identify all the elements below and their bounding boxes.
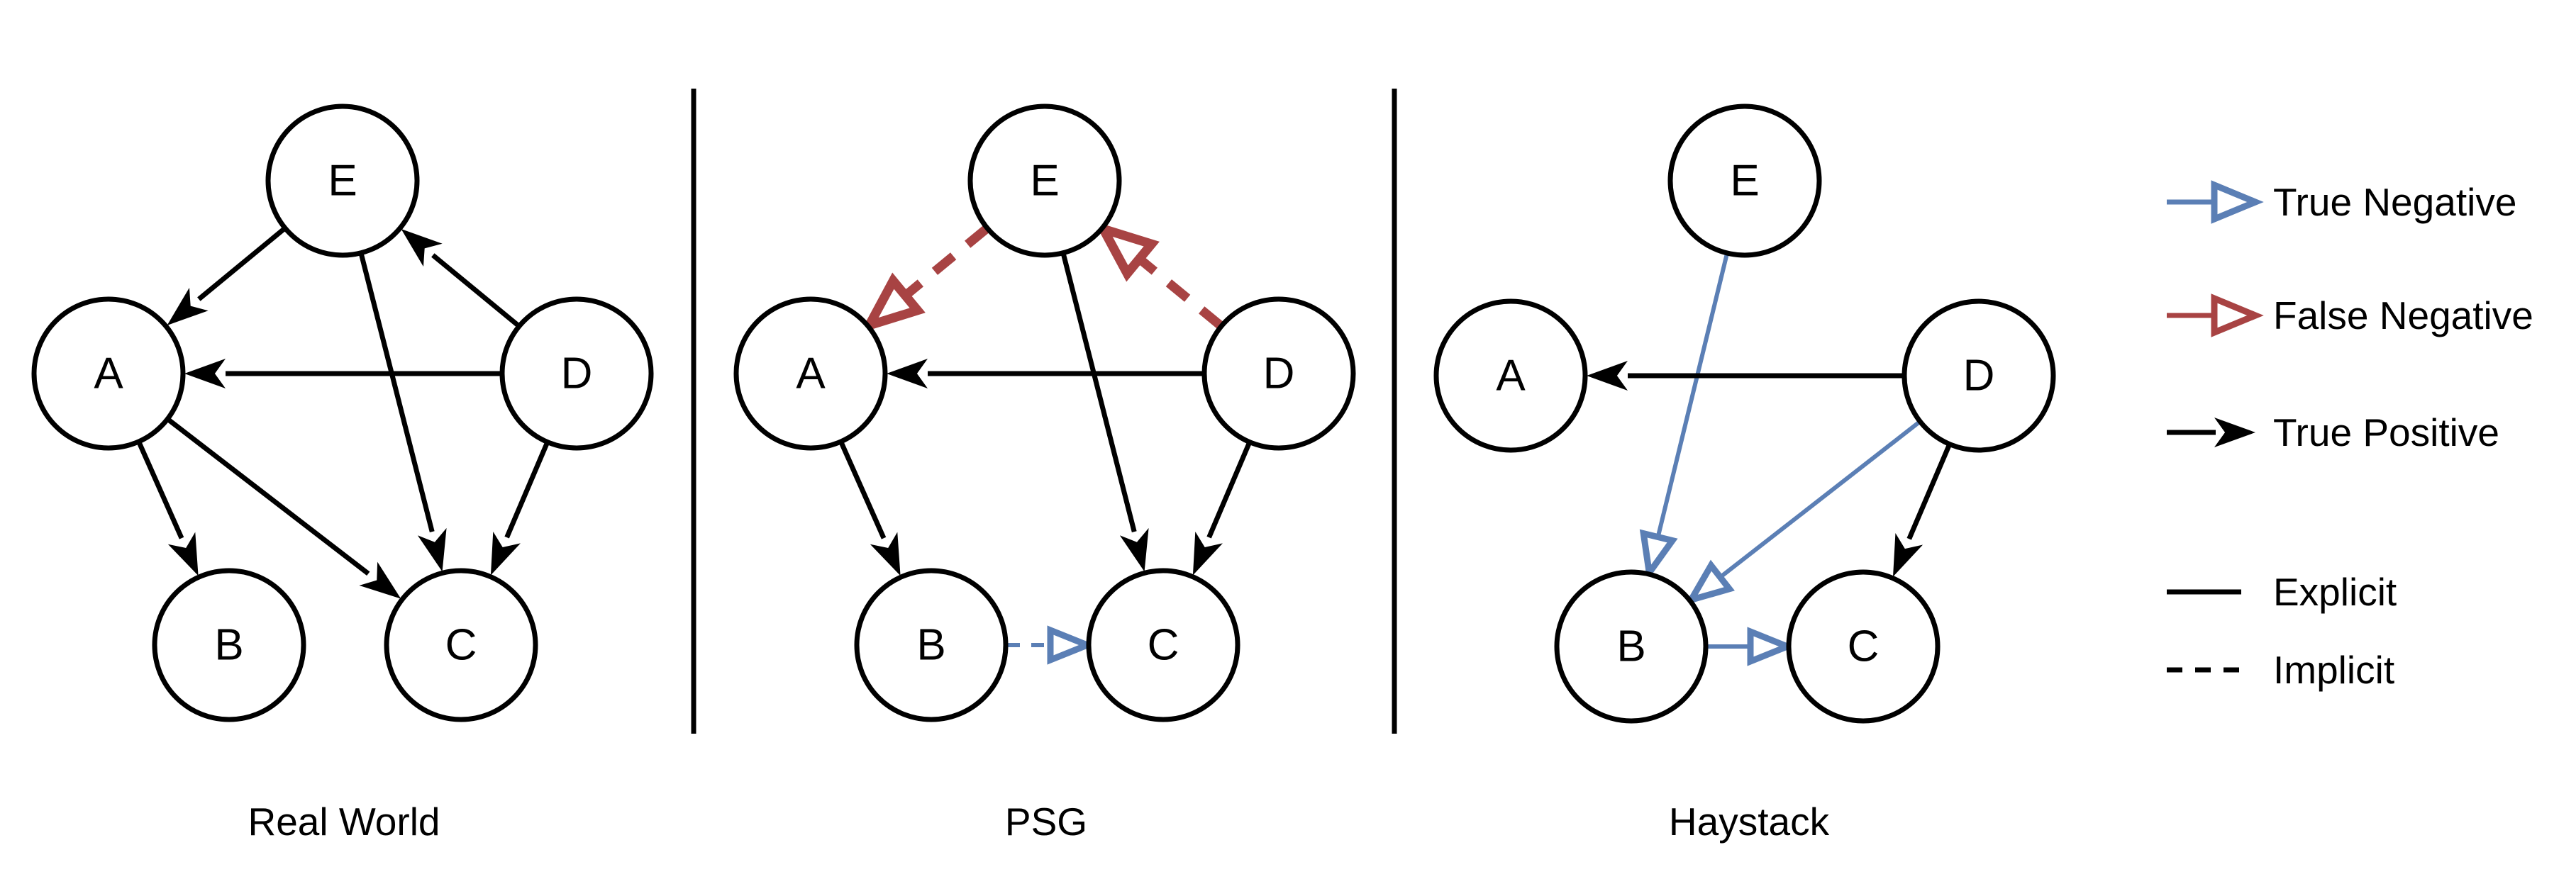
node-label-B: B bbox=[1616, 622, 1645, 671]
node-psg-D[interactable]: D bbox=[1201, 296, 1356, 451]
node-label-A: A bbox=[1496, 352, 1526, 401]
node-haystack-D[interactable]: D bbox=[1902, 298, 2056, 453]
legend-item-false-negative: False Negative bbox=[2167, 293, 2533, 337]
node-psg-A[interactable]: A bbox=[733, 296, 888, 451]
node-label-A: A bbox=[796, 349, 826, 398]
node-label-C: C bbox=[445, 621, 477, 670]
node-label-E: E bbox=[1030, 157, 1059, 206]
node-real-world-A[interactable]: A bbox=[31, 296, 186, 451]
node-psg-B[interactable]: B bbox=[854, 568, 1009, 722]
legend-label-explicit: Explicit bbox=[2273, 570, 2397, 614]
node-haystack-B[interactable]: B bbox=[1554, 569, 1709, 724]
node-psg-C[interactable]: C bbox=[1086, 568, 1240, 722]
legend-label-implicit: Implicit bbox=[2273, 648, 2394, 692]
node-label-D: D bbox=[1263, 349, 1295, 398]
node-haystack-C[interactable]: C bbox=[1786, 569, 1941, 724]
node-label-E: E bbox=[1730, 157, 1759, 206]
node-label-B: B bbox=[214, 621, 243, 670]
panel-caption-haystack: Haystack bbox=[1669, 800, 1830, 844]
node-label-D: D bbox=[561, 349, 593, 398]
legend-label-true-negative: True Negative bbox=[2273, 180, 2516, 224]
figure-root: E A D B C E A D B C E A D B C Real World PSG Haystack Tr… bbox=[0, 0, 2576, 879]
node-real-world-C[interactable]: C bbox=[384, 568, 538, 722]
legend-label-true-positive: True Positive bbox=[2273, 410, 2499, 454]
panel-caption-real-world: Real World bbox=[248, 800, 440, 844]
legend-label-false-negative: False Negative bbox=[2273, 293, 2533, 337]
node-label-A: A bbox=[94, 349, 123, 398]
node-label-C: C bbox=[1848, 622, 1880, 671]
node-label-E: E bbox=[328, 157, 357, 206]
panel-caption-psg: PSG bbox=[1005, 800, 1087, 844]
figure-canvas: E A D B C E A D B C E A D B C Real World PSG Haystack Tr… bbox=[0, 0, 2576, 879]
node-real-world-D[interactable]: D bbox=[499, 296, 654, 451]
node-real-world-E[interactable]: E bbox=[265, 103, 420, 258]
node-label-B: B bbox=[916, 621, 945, 670]
node-label-D: D bbox=[1963, 352, 1995, 401]
node-label-C: C bbox=[1148, 621, 1179, 670]
node-haystack-A[interactable]: A bbox=[1433, 298, 1588, 453]
node-psg-E[interactable]: E bbox=[967, 103, 1122, 258]
node-haystack-E[interactable]: E bbox=[1667, 103, 1822, 258]
node-real-world-B[interactable]: B bbox=[152, 568, 306, 722]
legend-item-true-negative: True Negative bbox=[2167, 180, 2516, 224]
